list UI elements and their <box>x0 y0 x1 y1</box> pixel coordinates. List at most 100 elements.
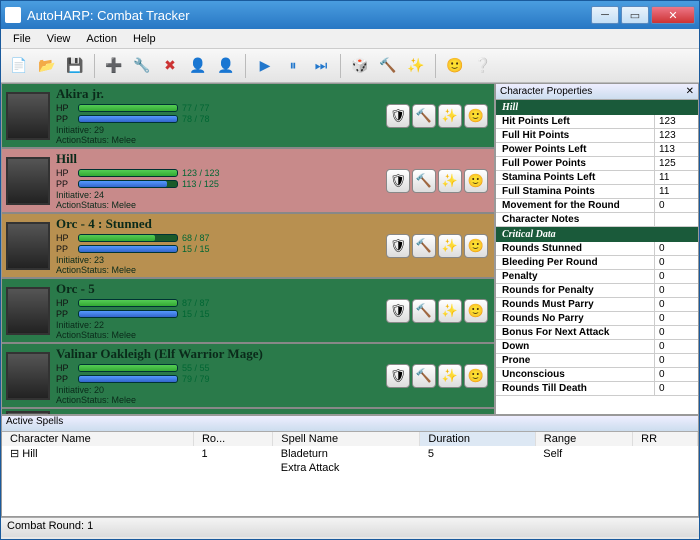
new-button[interactable]: 📄 <box>7 54 31 78</box>
hammer-icon[interactable]: 🔨 <box>412 364 436 388</box>
property-row[interactable]: Penalty0 <box>496 270 698 284</box>
spell-row[interactable]: ⊟ Hill1Bladeturn5Self <box>2 446 698 461</box>
combatant-card[interactable]: Orc - 4 : StunnedHP68 / 87PP15 / 15Initi… <box>2 214 494 279</box>
col-duration[interactable]: Duration <box>420 432 535 446</box>
cell-rr <box>633 461 698 475</box>
property-value: 0 <box>654 298 698 311</box>
smiley-icon[interactable]: 🙂 <box>464 169 488 193</box>
step-button[interactable]: ⏭ <box>309 54 333 78</box>
menu-view[interactable]: View <box>39 31 79 47</box>
hammer-icon[interactable]: 🔨 <box>412 299 436 323</box>
add-user-button[interactable]: 👤 <box>186 54 210 78</box>
property-row[interactable]: Rounds Till Death0 <box>496 382 698 396</box>
col-round[interactable]: Ro... <box>193 432 272 446</box>
app-icon <box>5 7 21 23</box>
property-row[interactable]: Hit Points Left123 <box>496 115 698 129</box>
shield-icon[interactable]: 🛡 <box>386 364 410 388</box>
hammer-icon[interactable]: 🔨 <box>412 104 436 128</box>
property-row[interactable]: Rounds Must Parry0 <box>496 298 698 312</box>
col-spell[interactable]: Spell Name <box>273 432 420 446</box>
cell-duration: 5 <box>420 446 535 461</box>
shield-icon[interactable]: 🛡 <box>386 104 410 128</box>
wand-icon[interactable]: ✨ <box>438 299 462 323</box>
properties-close-icon[interactable]: ✕ <box>686 86 694 97</box>
property-row[interactable]: Bonus For Next Attack0 <box>496 326 698 340</box>
menu-action[interactable]: Action <box>78 31 125 47</box>
property-row[interactable]: Rounds Stunned0 <box>496 242 698 256</box>
property-row[interactable]: Down0 <box>496 340 698 354</box>
property-row[interactable]: Stamina Points Left11 <box>496 171 698 185</box>
smiley-icon[interactable]: 🙂 <box>464 234 488 258</box>
combatant-card[interactable]: HillHP123 / 123PP113 / 125Initiative: 24… <box>2 149 494 214</box>
window-title: AutoHARP: Combat Tracker <box>27 8 190 23</box>
combatant-card[interactable]: HatleeHP105 / 105PP🛡🔨✨🙂 <box>2 409 494 415</box>
cell-duration <box>420 461 535 475</box>
smiley-button[interactable]: 🙂 <box>443 54 467 78</box>
combatant-card[interactable]: Akira jr.HP77 / 77PP78 / 78Initiative: 2… <box>2 84 494 149</box>
property-key: Bleeding Per Round <box>496 256 654 269</box>
cell-char <box>2 461 193 475</box>
minimize-button[interactable]: ─ <box>591 6 619 24</box>
smiley-icon[interactable]: 🙂 <box>464 299 488 323</box>
property-row[interactable]: Prone0 <box>496 354 698 368</box>
property-key: Power Points Left <box>496 143 654 156</box>
property-row[interactable]: Rounds for Penalty0 <box>496 284 698 298</box>
combatant-card[interactable]: Valinar Oakleigh (Elf Warrior Mage)HP55 … <box>2 344 494 409</box>
col-character[interactable]: Character Name <box>2 432 193 446</box>
property-row[interactable]: Unconscious0 <box>496 368 698 382</box>
maximize-button[interactable]: ▭ <box>621 6 649 24</box>
shield-icon[interactable]: 🛡 <box>386 299 410 323</box>
property-row[interactable]: Full Power Points125 <box>496 157 698 171</box>
pp-bar <box>78 180 178 188</box>
wand-icon[interactable]: ✨ <box>438 104 462 128</box>
add-combatant-button[interactable]: ➕ <box>102 54 126 78</box>
wand-icon[interactable]: ✨ <box>438 169 462 193</box>
property-value: 0 <box>654 199 698 212</box>
property-value: 11 <box>654 171 698 184</box>
hp-value: 55 / 55 <box>182 363 210 373</box>
hammer-icon[interactable]: 🔨 <box>412 234 436 258</box>
property-row[interactable]: Bleeding Per Round0 <box>496 256 698 270</box>
cell-round: 1 <box>193 446 272 461</box>
hammer-icon[interactable]: 🔨 <box>412 169 436 193</box>
property-row[interactable]: Rounds No Parry0 <box>496 312 698 326</box>
property-row[interactable]: Character Notes <box>496 213 698 227</box>
property-row[interactable]: Full Hit Points123 <box>496 129 698 143</box>
shield-icon[interactable]: 🛡 <box>386 234 410 258</box>
pp-bar <box>78 310 178 318</box>
menu-help[interactable]: Help <box>125 31 164 47</box>
wand-icon[interactable]: ✨ <box>438 364 462 388</box>
remove-user-button[interactable]: 👤 <box>214 54 238 78</box>
play-button[interactable]: ▶ <box>253 54 277 78</box>
cell-range <box>535 461 632 475</box>
remove-combatant-button[interactable]: ✖ <box>158 54 182 78</box>
property-row[interactable]: Full Stamina Points11 <box>496 185 698 199</box>
spell-row[interactable]: Extra Attack <box>2 461 698 475</box>
menu-file[interactable]: File <box>5 31 39 47</box>
property-row[interactable]: Movement for the Round0 <box>496 199 698 213</box>
pause-button[interactable]: ⏸ <box>281 54 305 78</box>
col-rr[interactable]: RR <box>633 432 698 446</box>
hammer-button[interactable]: 🔨 <box>376 54 400 78</box>
property-key: Rounds for Penalty <box>496 284 654 297</box>
open-button[interactable]: 📂 <box>35 54 59 78</box>
active-spells-table[interactable]: Character Name Ro... Spell Name Duration… <box>2 432 698 516</box>
col-range[interactable]: Range <box>535 432 632 446</box>
shield-icon[interactable]: 🛡 <box>386 169 410 193</box>
cell-round <box>193 461 272 475</box>
help-button[interactable]: ❔ <box>471 54 495 78</box>
property-row[interactable]: Power Points Left113 <box>496 143 698 157</box>
combatant-card[interactable]: Orc - 5HP87 / 87PP15 / 15Initiative: 22A… <box>2 279 494 344</box>
edit-combatant-button[interactable]: 🔧 <box>130 54 154 78</box>
property-key: Movement for the Round <box>496 199 654 212</box>
smiley-icon[interactable]: 🙂 <box>464 364 488 388</box>
combatant-name: Orc - 4 : Stunned <box>56 216 386 232</box>
close-button[interactable]: ✕ <box>651 6 695 24</box>
wand-button[interactable]: ✨ <box>404 54 428 78</box>
dice-button[interactable]: 🎲 <box>348 54 372 78</box>
combatant-list[interactable]: Akira jr.HP77 / 77PP78 / 78Initiative: 2… <box>1 83 495 415</box>
cell-range: Self <box>535 446 632 461</box>
smiley-icon[interactable]: 🙂 <box>464 104 488 128</box>
save-button[interactable]: 💾 <box>63 54 87 78</box>
wand-icon[interactable]: ✨ <box>438 234 462 258</box>
